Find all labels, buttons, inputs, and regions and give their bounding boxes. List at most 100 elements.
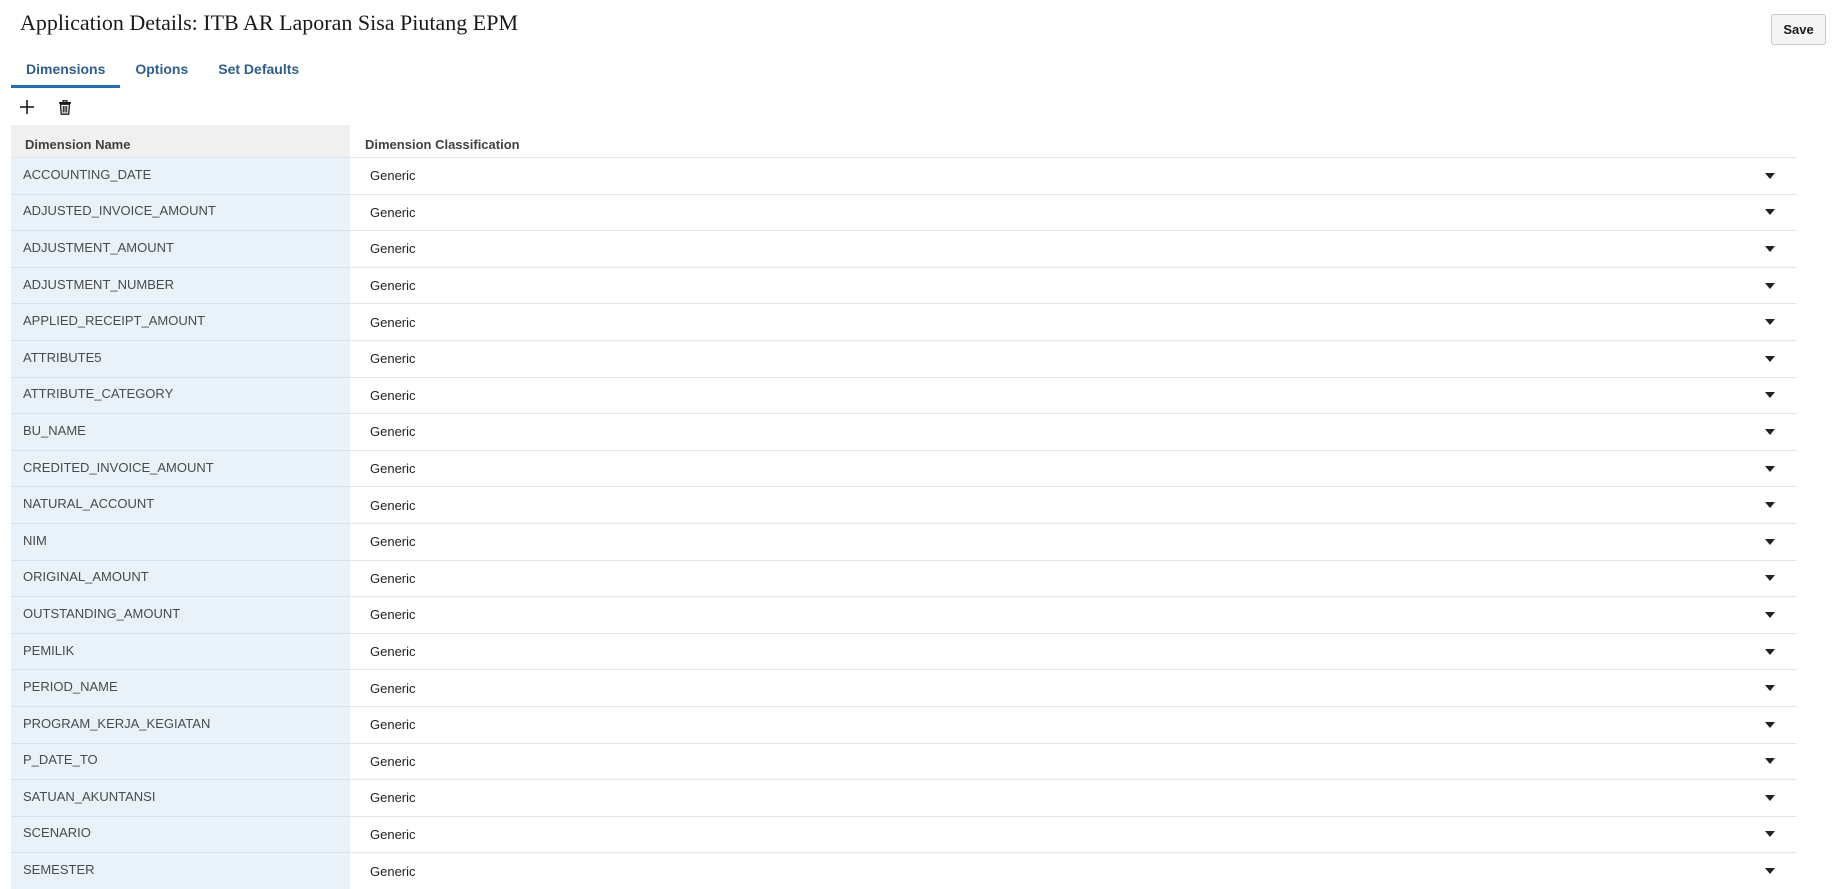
application-details-page: Application Details: ITB AR Laporan Sisa… <box>0 0 1837 889</box>
chevron-down-icon[interactable] <box>1765 428 1775 435</box>
tab-set-defaults[interactable]: Set Defaults <box>203 57 314 88</box>
chevron-down-icon[interactable] <box>1765 209 1775 216</box>
dimension-classification-select[interactable]: Generic <box>350 268 1797 304</box>
table-row[interactable]: P_DATE_TO Generic <box>11 743 1797 781</box>
dimension-classification-select[interactable]: Generic <box>350 597 1797 633</box>
table-row[interactable]: SEMESTER Generic <box>11 853 1797 889</box>
dimension-name-cell: ACCOUNTING_DATE <box>11 158 350 195</box>
dimension-classification-select[interactable]: Generic <box>350 414 1797 450</box>
table-row[interactable]: ADJUSTED_INVOICE_AMOUNT Generic <box>11 194 1797 232</box>
dimension-name-cell: ATTRIBUTE5 <box>11 340 350 378</box>
dimension-classification-select[interactable]: Generic <box>350 195 1797 231</box>
dimension-classification-value: Generic <box>370 241 416 257</box>
dimension-classification-select[interactable]: Generic <box>350 487 1797 523</box>
chevron-down-icon[interactable] <box>1765 465 1775 472</box>
grid-header: Dimension Name Dimension Classification <box>11 125 1797 158</box>
dimension-classification-select[interactable]: Generic <box>350 451 1797 487</box>
save-button[interactable]: Save <box>1771 14 1826 45</box>
chevron-down-icon[interactable] <box>1765 502 1775 509</box>
tab-bar: Dimensions Options Set Defaults <box>11 56 314 88</box>
plus-icon[interactable] <box>16 96 38 118</box>
dimension-classification-select[interactable]: Generic <box>350 707 1797 743</box>
table-row[interactable]: NIM Generic <box>11 523 1797 561</box>
table-row[interactable]: OUTSTANDING_AMOUNT Generic <box>11 597 1797 634</box>
dimension-classification-select[interactable]: Generic <box>350 231 1797 267</box>
dimension-classification-value: Generic <box>370 424 416 440</box>
dimension-classification-value: Generic <box>370 314 416 330</box>
dimension-name-cell: SEMESTER <box>11 853 350 889</box>
table-row[interactable]: APPLIED_RECEIPT_AMOUNT Generic <box>11 304 1797 341</box>
dimension-classification-value: Generic <box>370 607 416 623</box>
chevron-down-icon[interactable] <box>1765 538 1775 545</box>
dimension-classification-select[interactable]: Generic <box>350 378 1797 414</box>
dimension-classification-value: Generic <box>370 753 416 769</box>
chevron-down-icon[interactable] <box>1765 648 1775 655</box>
dimension-classification-value: Generic <box>370 826 416 842</box>
chevron-down-icon[interactable] <box>1765 868 1775 875</box>
dimension-classification-select[interactable]: Generic <box>350 670 1797 706</box>
table-row[interactable]: CREDITED_INVOICE_AMOUNT Generic <box>11 450 1797 488</box>
table-row[interactable]: PERIOD_NAME Generic <box>11 670 1797 707</box>
table-row[interactable]: ADJUSTMENT_NUMBER Generic <box>11 267 1797 305</box>
chevron-down-icon[interactable] <box>1765 611 1775 618</box>
chevron-down-icon[interactable] <box>1765 575 1775 582</box>
dimension-classification-select[interactable]: Generic <box>350 304 1797 340</box>
tab-options[interactable]: Options <box>120 57 203 88</box>
dimension-classification-select[interactable]: Generic <box>350 780 1797 816</box>
dimension-classification-select[interactable]: Generic <box>350 634 1797 670</box>
dimension-name-cell: PERIOD_NAME <box>11 670 350 707</box>
chevron-down-icon[interactable] <box>1765 245 1775 252</box>
dimension-name-cell: ADJUSTMENT_AMOUNT <box>11 231 350 268</box>
dimension-name-cell: P_DATE_TO <box>11 743 350 781</box>
chevron-down-icon[interactable] <box>1765 758 1775 765</box>
trash-icon[interactable] <box>54 96 76 118</box>
chevron-down-icon[interactable] <box>1765 721 1775 728</box>
table-row[interactable]: ATTRIBUTE5 Generic <box>11 340 1797 378</box>
dimension-classification-select[interactable]: Generic <box>350 744 1797 780</box>
chevron-down-icon[interactable] <box>1765 319 1775 326</box>
chevron-down-icon[interactable] <box>1765 685 1775 692</box>
dimension-name-cell: NIM <box>11 523 350 561</box>
chevron-down-icon[interactable] <box>1765 282 1775 289</box>
dimension-classification-select[interactable]: Generic <box>350 853 1797 889</box>
dimension-name-cell: NATURAL_ACCOUNT <box>11 487 350 524</box>
dimension-classification-value: Generic <box>370 863 416 879</box>
dimension-name-cell: SCENARIO <box>11 816 350 854</box>
dimension-classification-value: Generic <box>370 680 416 696</box>
dimension-classification-value: Generic <box>370 717 416 733</box>
dimension-classification-select[interactable]: Generic <box>350 817 1797 853</box>
dimension-name-cell: ORIGINAL_AMOUNT <box>11 560 350 598</box>
table-row[interactable]: ADJUSTMENT_AMOUNT Generic <box>11 231 1797 268</box>
table-row[interactable]: NATURAL_ACCOUNT Generic <box>11 487 1797 524</box>
table-row[interactable]: PROGRAM_KERJA_KEGIATAN Generic <box>11 706 1797 744</box>
chevron-down-icon[interactable] <box>1765 794 1775 801</box>
dimension-name-cell: CREDITED_INVOICE_AMOUNT <box>11 450 350 488</box>
tab-dimensions[interactable]: Dimensions <box>11 57 121 88</box>
dimension-classification-select[interactable]: Generic <box>350 524 1797 560</box>
dimension-classification-value: Generic <box>370 644 416 660</box>
dimension-classification-value: Generic <box>370 168 416 184</box>
chevron-down-icon[interactable] <box>1765 831 1775 838</box>
dimension-classification-select[interactable]: Generic <box>350 158 1797 194</box>
chevron-down-icon[interactable] <box>1765 172 1775 179</box>
column-header-dimension-classification[interactable]: Dimension Classification <box>350 125 1797 157</box>
dimension-classification-value: Generic <box>370 204 416 220</box>
chevron-down-icon[interactable] <box>1765 392 1775 399</box>
table-row[interactable]: SCENARIO Generic <box>11 816 1797 854</box>
table-row[interactable]: BU_NAME Generic <box>11 414 1797 451</box>
dimension-classification-select[interactable]: Generic <box>350 561 1797 597</box>
dimension-classification-value: Generic <box>370 387 416 403</box>
dimension-classification-value: Generic <box>370 351 416 367</box>
page-title: Application Details: ITB AR Laporan Sisa… <box>20 10 519 35</box>
table-row[interactable]: ATTRIBUTE_CATEGORY Generic <box>11 377 1797 415</box>
column-header-dimension-name[interactable]: Dimension Name <box>11 125 350 157</box>
dimensions-grid: Dimension Name Dimension Classification … <box>11 125 1797 889</box>
table-row[interactable]: PEMILIK Generic <box>11 633 1797 671</box>
chevron-down-icon[interactable] <box>1765 355 1775 362</box>
dimension-name-cell: OUTSTANDING_AMOUNT <box>11 597 350 634</box>
table-row[interactable]: ACCOUNTING_DATE Generic <box>11 158 1797 195</box>
table-row[interactable]: SATUAN_AKUNTANSI Generic <box>11 780 1797 817</box>
dimension-classification-value: Generic <box>370 461 416 477</box>
table-row[interactable]: ORIGINAL_AMOUNT Generic <box>11 560 1797 598</box>
dimension-classification-select[interactable]: Generic <box>350 341 1797 377</box>
